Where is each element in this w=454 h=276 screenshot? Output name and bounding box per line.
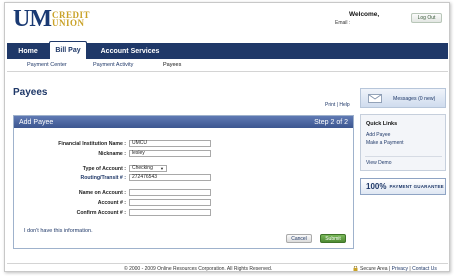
logout-button[interactable]: Log Out [411, 13, 442, 23]
messages-link[interactable]: Messages (0 new) [393, 96, 435, 102]
privacy-link[interactable]: Privacy [392, 266, 408, 271]
tab-bill-pay[interactable]: Bill Pay [49, 41, 87, 59]
umcu-logo[interactable]: UM CREDIT UNION [13, 6, 90, 32]
quick-links-panel: Quick Links Add Payee Make a Payment Vie… [360, 114, 446, 171]
confirm-account-field[interactable] [129, 209, 211, 216]
quick-links-title: Quick Links [366, 121, 398, 127]
divider [365, 156, 442, 157]
logo-credit-union: CREDIT UNION [51, 10, 90, 28]
lock-icon [353, 266, 358, 271]
account-type-select[interactable]: Checking ▼ [129, 165, 167, 172]
page-title: Payees [13, 87, 48, 98]
logo-um-text: UM [13, 6, 52, 32]
guarantee-percent: 100% [366, 182, 387, 191]
payment-guarantee-badge[interactable]: 100% PAYMENT GUARANTEE [360, 178, 446, 195]
confirm-account-label: Confirm Account # : [76, 210, 126, 216]
subnav-payment-activity[interactable]: Payment Activity [93, 62, 133, 68]
secure-area-text: Secure Area [360, 266, 388, 272]
logo-union: UNION [51, 18, 85, 28]
account-type-value: Checking [132, 165, 153, 171]
routing-number-field[interactable]: 272476543 [129, 174, 211, 181]
account-number-label: Account # : [97, 200, 126, 206]
quick-link-view-demo[interactable]: View Demo [366, 160, 391, 166]
chevron-down-icon: ▼ [160, 166, 164, 171]
tab-home[interactable]: Home [16, 43, 40, 59]
account-number-field[interactable] [129, 199, 211, 206]
add-payee-panel: Add Payee Step 2 of 2 Financial Institut… [13, 115, 354, 249]
name-on-account-field[interactable] [129, 189, 211, 196]
institution-name-field[interactable]: UMCU [129, 140, 211, 147]
panel-header: Add Payee Step 2 of 2 [14, 116, 353, 128]
tab-account-services[interactable]: Account Services [95, 43, 165, 59]
help-link[interactable]: Help [339, 102, 349, 108]
cancel-button[interactable]: Cancel [286, 234, 312, 243]
sub-nav: Payment Center Payment Activity Payees [7, 59, 448, 72]
submit-button[interactable]: Submit [320, 234, 346, 243]
subnav-payment-center[interactable]: Payment Center [27, 62, 67, 68]
copyright-text: © 2000 - 2009 Online Resources Corporati… [124, 266, 273, 272]
messages-box[interactable]: Messages (0 new) [360, 88, 446, 108]
name-on-account-label: Name on Account : [78, 190, 126, 196]
welcome-text: Welcome, [349, 11, 380, 18]
print-help-links: Print | Help [325, 102, 350, 108]
footer-links: Secure Area | Privacy | Contact Us [360, 266, 437, 272]
nickname-label: Nickname : [98, 151, 126, 157]
account-type-label: Type of Account : [82, 166, 126, 172]
guarantee-text: PAYMENT GUARANTEE [389, 184, 444, 189]
footer: © 2000 - 2009 Online Resources Corporati… [7, 263, 448, 272]
step-indicator: Step 2 of 2 [314, 118, 348, 126]
dont-have-info-link[interactable]: I don't have this information. [24, 228, 93, 234]
routing-label[interactable]: Routing/Transit # : [26, 175, 126, 181]
envelope-icon [368, 94, 382, 103]
email-label: Email : [335, 20, 351, 26]
main-nav: Home Bill Pay Account Services [7, 41, 448, 59]
browser-window: UM CREDIT UNION Welcome, Email : Log Out… [4, 2, 450, 272]
institution-label: Financial Institution Name : [58, 141, 126, 147]
quick-link-add-payee[interactable]: Add Payee [366, 132, 390, 138]
contact-us-link[interactable]: Contact Us [412, 266, 437, 271]
nickname-field[interactable]: lesley [129, 150, 211, 157]
print-link[interactable]: Print [325, 102, 335, 108]
subnav-payees[interactable]: Payees [163, 62, 181, 68]
quick-link-make-payment[interactable]: Make a Payment [366, 140, 404, 146]
panel-title: Add Payee [19, 118, 54, 126]
